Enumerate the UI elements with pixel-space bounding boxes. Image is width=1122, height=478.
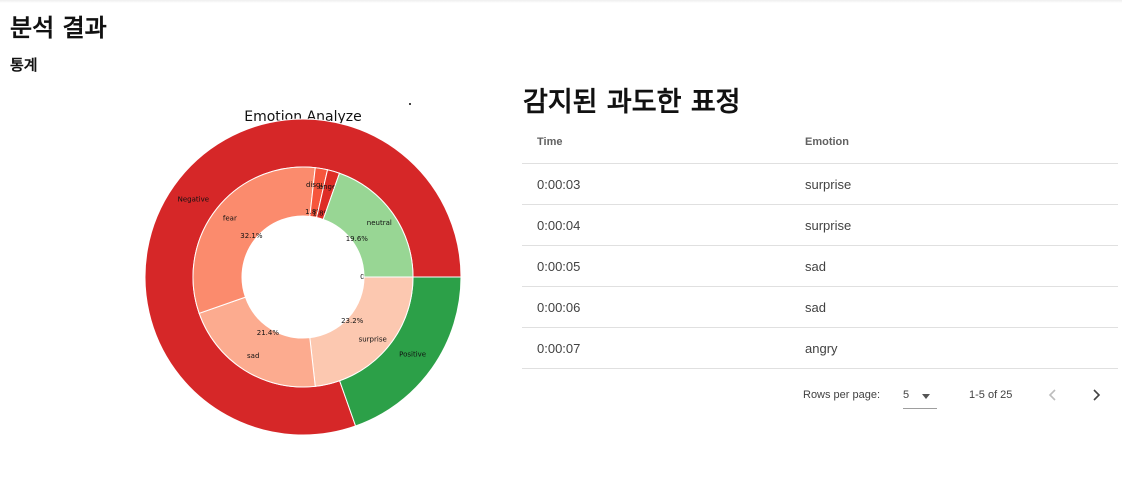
inner-label-fear: fear: [223, 215, 237, 223]
rows-per-page-label: Rows per page:: [803, 389, 881, 401]
stats-section-title: 통계: [10, 56, 38, 74]
time-cell: 0:00:07: [522, 327, 790, 369]
previous-page-button[interactable]: [1042, 384, 1064, 406]
inner-label-surprise: surprise: [359, 335, 387, 343]
chart-stray-dot: [409, 103, 411, 105]
pagination-range: 1-5 of 25: [969, 389, 1013, 401]
table-row[interactable]: 0:00:06 sad: [522, 286, 1118, 328]
emotion-cell: sad: [790, 245, 1118, 287]
inner-percent-neutral: 19.6%: [346, 235, 369, 243]
inner-percent-fear: 32.1%: [240, 232, 263, 240]
emotion-cell: surprise: [790, 204, 1118, 246]
table-pagination: Rows per page: 5 1-5 of 25: [522, 372, 1118, 416]
page-title: 분석 결과: [10, 14, 107, 42]
time-cell: 0:00:06: [522, 286, 790, 328]
next-page-button[interactable]: [1085, 384, 1107, 406]
column-header-time[interactable]: Time: [522, 120, 790, 164]
time-cell: 0:00:04: [522, 204, 790, 246]
expressions-table-container: Time Emotion 0:00:03 surprise 0:00:04 su…: [522, 120, 1118, 369]
inner-label-sad: sad: [247, 352, 259, 360]
outer-label-positive: Positive: [399, 351, 426, 359]
emotion-donut-chart: Emotion AnalyzeNegativePositivehappy0.0%…: [140, 96, 470, 446]
emotion-cell: angry: [790, 327, 1118, 369]
inner-label-neutral: neutral: [367, 219, 392, 227]
expressions-table: Time Emotion 0:00:03 surprise 0:00:04 su…: [522, 120, 1118, 369]
emotion-cell: surprise: [790, 163, 1118, 205]
outer-label-negative: Negative: [178, 195, 209, 203]
time-cell: 0:00:05: [522, 245, 790, 287]
app-bar-edge: [0, 0, 1122, 3]
emotion-donut-svg: Emotion AnalyzeNegativePositivehappy0.0%…: [144, 109, 462, 436]
table-header-row: Time Emotion: [522, 120, 1118, 164]
rows-per-page-select[interactable]: 5: [903, 382, 937, 409]
column-header-emotion[interactable]: Emotion: [790, 120, 1118, 164]
exaggerated-expressions-title: 감지된 과도한 표정: [523, 87, 741, 118]
time-cell: 0:00:03: [522, 163, 790, 205]
chevron-right-icon: [1093, 389, 1101, 401]
caret-down-icon: [922, 394, 930, 399]
inner-percent-surprise: 23.2%: [341, 317, 364, 325]
table-row[interactable]: 0:00:07 angry: [522, 327, 1118, 369]
table-row[interactable]: 0:00:04 surprise: [522, 204, 1118, 246]
rows-per-page-value: 5: [903, 389, 910, 401]
table-row[interactable]: 0:00:03 surprise: [522, 163, 1118, 205]
inner-percent-sad: 21.4%: [257, 329, 280, 337]
emotion-cell: sad: [790, 286, 1118, 328]
table-row[interactable]: 0:00:05 sad: [522, 245, 1118, 287]
chevron-left-icon: [1048, 389, 1056, 401]
